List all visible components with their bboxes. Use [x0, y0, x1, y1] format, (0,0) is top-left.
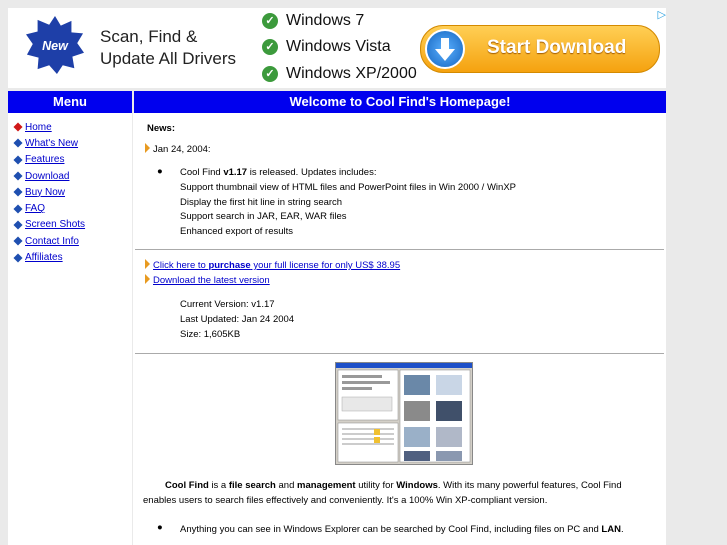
bullet-dot-icon: ● [157, 166, 163, 177]
page-title: Welcome to Cool Find's Homepage! [134, 91, 666, 113]
ad-banner[interactable]: New Scan, Find & Update All Drivers ✓ Win… [8, 8, 666, 88]
purchase-line: Click here to purchase your full license… [145, 259, 400, 271]
screenshot-image [336, 363, 472, 463]
update-item: Support thumbnail view of HTML files and… [180, 182, 516, 193]
release-line: Cool Find v1.17 is released. Updates inc… [180, 167, 377, 178]
ad-headline-line1: Scan, Find & [100, 27, 198, 46]
last-updated: Last Updated: Jan 24 2004 [180, 314, 295, 325]
feature-line: Anything you can see in Windows Explorer… [180, 524, 624, 535]
menu-item-whats-new[interactable]: What's New [13, 135, 132, 151]
menu-item-download[interactable]: Download [13, 168, 132, 184]
download-latest-link[interactable]: Download the latest version [153, 275, 270, 286]
svg-text:New: New [42, 39, 69, 53]
ad-headline: Scan, Find & Update All Drivers [100, 26, 236, 70]
divider [135, 249, 664, 250]
os-windows-xp: ✓ Windows XP/2000 [262, 65, 417, 83]
menu-item-faq[interactable]: FAQ [13, 200, 132, 216]
menu-item-affiliates[interactable]: Affiliates [13, 249, 132, 265]
check-icon: ✓ [262, 39, 278, 55]
menu-item-contact-info[interactable]: Contact Info [13, 233, 132, 249]
news-date: Jan 24, 2004: [145, 143, 211, 155]
menu-item-screen-shots[interactable]: Screen Shots [13, 217, 132, 233]
os-windows7: ✓ Windows 7 [262, 12, 364, 30]
menu-item-home[interactable]: Home [13, 119, 132, 135]
os-windows-vista: ✓ Windows Vista [262, 38, 391, 56]
bullet-icon [13, 138, 23, 148]
menu-title: Menu [8, 91, 132, 113]
bullet-dot-icon: ● [157, 522, 163, 533]
bullet-icon [13, 252, 23, 263]
bullet-icon [13, 122, 23, 132]
file-size: Size: 1,605KB [180, 329, 241, 340]
arrow-bullet-icon [145, 259, 150, 269]
menu-item-buy-now[interactable]: Buy Now [13, 184, 132, 200]
arrow-bullet-icon [145, 274, 150, 284]
bullet-icon [13, 155, 23, 165]
current-version: Current Version: v1.17 [180, 299, 275, 310]
intro-line-1: Cool Find is a file search and managemen… [165, 480, 622, 491]
start-download-button[interactable]: Start Download [420, 25, 660, 73]
check-icon: ✓ [262, 66, 278, 82]
divider [135, 353, 664, 354]
update-item: Enhanced export of results [180, 226, 294, 237]
intro-line-2: enables users to search files effectivel… [143, 495, 548, 506]
main-content: News: Jan 24, 2004: ● Cool Find v1.17 is… [133, 113, 666, 545]
download-arrow-icon [425, 29, 465, 69]
menu-item-features[interactable]: Features [13, 152, 132, 168]
bullet-icon [13, 204, 23, 214]
update-item: Support search in JAR, EAR, WAR files [180, 211, 347, 222]
bullet-icon [13, 187, 23, 197]
arrow-bullet-icon [145, 143, 150, 153]
bullet-icon [13, 220, 23, 230]
download-line: Download the latest version [145, 274, 270, 286]
purchase-link[interactable]: Click here to purchase your full license… [153, 260, 400, 271]
ad-headline-line2: Update All Drivers [100, 49, 237, 68]
adchoices-icon[interactable]: ▷ [658, 8, 666, 21]
check-icon: ✓ [262, 13, 278, 29]
update-item: Display the first hit line in string sea… [180, 197, 343, 208]
bullet-icon [13, 236, 23, 246]
bullet-icon [13, 171, 23, 181]
sidebar-menu: Home What's New Features Download Buy No… [8, 113, 132, 545]
news-label: News: [147, 123, 175, 134]
screenshot-thumbnail[interactable] [335, 362, 473, 465]
new-badge-icon: New [26, 16, 84, 74]
